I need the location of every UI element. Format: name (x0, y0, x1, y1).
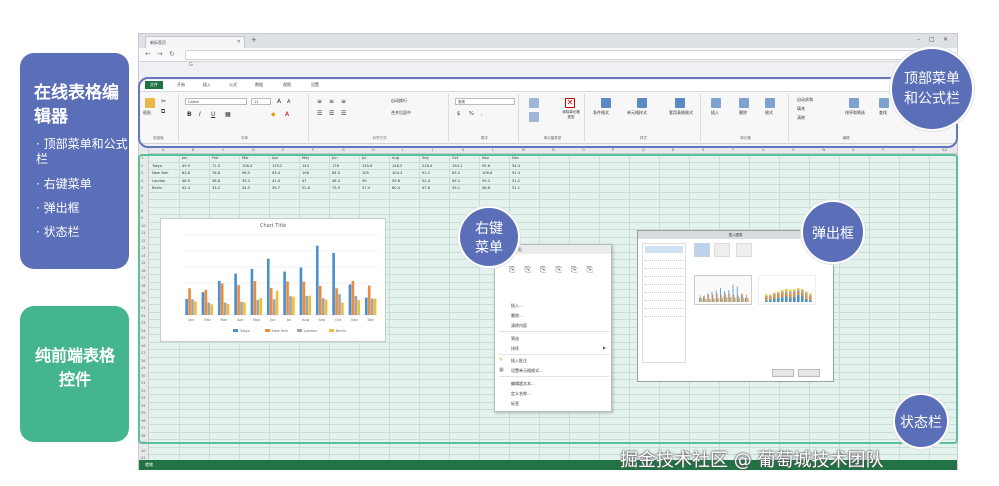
forward-icon[interactable]: → (157, 50, 163, 58)
column-letter[interactable]: N (552, 148, 555, 152)
column-letter[interactable]: B (192, 148, 194, 152)
back-icon[interactable]: ← (145, 50, 151, 58)
column-letter[interactable]: G (342, 148, 345, 152)
reload-icon[interactable]: ↻ (169, 50, 175, 58)
column-letter[interactable]: D (252, 148, 255, 152)
tab-title: 新标签页 (150, 40, 166, 45)
column-letter[interactable]: P (612, 148, 614, 152)
ribbon-highlight-frame (138, 77, 958, 148)
close-icon[interactable]: ✕ (237, 39, 241, 45)
address-bar-row: ← → ↻ G (139, 48, 957, 68)
component-panel: 纯前端表格控件 (20, 306, 129, 442)
status-text: 就绪 (145, 462, 153, 467)
column-letter[interactable]: U (762, 148, 765, 152)
column-letter[interactable]: T (732, 148, 734, 152)
bubble-dialog: 弹出框 (801, 200, 865, 264)
url-text: G (189, 62, 193, 68)
new-tab-icon[interactable]: + (251, 36, 257, 44)
panel-item: · 状态栏 (36, 225, 80, 239)
column-letter[interactable]: J (432, 148, 433, 152)
browser-tab[interactable]: 新标签页 ✕ (145, 36, 245, 48)
minimize-icon[interactable]: – (917, 36, 920, 43)
bubble-top-menu: 顶部菜单和公式栏 (890, 47, 974, 131)
panel-item: · 弹出框 (36, 201, 80, 215)
bubble-context-menu: 右键菜单 (458, 206, 520, 268)
column-letter[interactable]: W (822, 148, 825, 152)
column-letter[interactable]: Q (642, 148, 645, 152)
column-letter[interactable]: V (792, 148, 794, 152)
column-letter[interactable]: M (522, 148, 525, 152)
column-letter[interactable]: AA (942, 148, 947, 152)
column-letter[interactable]: C (222, 148, 224, 152)
column-letter[interactable]: X (852, 148, 854, 152)
panel-title: 在线表格编辑器 (34, 83, 119, 127)
column-letter[interactable]: L (492, 148, 494, 152)
bubble-status-bar: 状态栏 (893, 393, 949, 449)
url-input[interactable]: G (185, 50, 945, 68)
component-panel-text: 纯前端表格控件 (34, 346, 115, 389)
column-letter[interactable]: R (672, 148, 674, 152)
watermark: 掘金技术社区 @ 葡萄城技术团队 (620, 450, 884, 471)
column-letter[interactable]: I (402, 148, 403, 152)
column-letter[interactable]: O (582, 148, 585, 152)
column-letter[interactable]: H (372, 148, 375, 152)
column-letter[interactable]: Y (882, 148, 884, 152)
column-letter[interactable]: S (702, 148, 704, 152)
tab-bar: 新标签页 ✕ + – □ ✕ (139, 34, 957, 48)
column-letter[interactable]: E (282, 148, 284, 152)
panel-item: · 右键菜单 (36, 177, 92, 191)
window-close-icon[interactable]: ✕ (943, 36, 948, 43)
column-letter[interactable]: F (312, 148, 314, 152)
panel-item: · 顶部菜单和公式栏 (36, 137, 128, 166)
sheet-highlight-frame (138, 154, 958, 444)
feature-panel: 在线表格编辑器 · 顶部菜单和公式栏 · 右键菜单 · 弹出框 · 状态栏 (20, 53, 129, 269)
column-letter[interactable]: K (462, 148, 464, 152)
column-letter[interactable]: Z (912, 148, 914, 152)
column-letter[interactable]: A (162, 148, 164, 152)
maximize-icon[interactable]: □ (929, 36, 935, 43)
row-number[interactable]: 40 (141, 449, 145, 453)
